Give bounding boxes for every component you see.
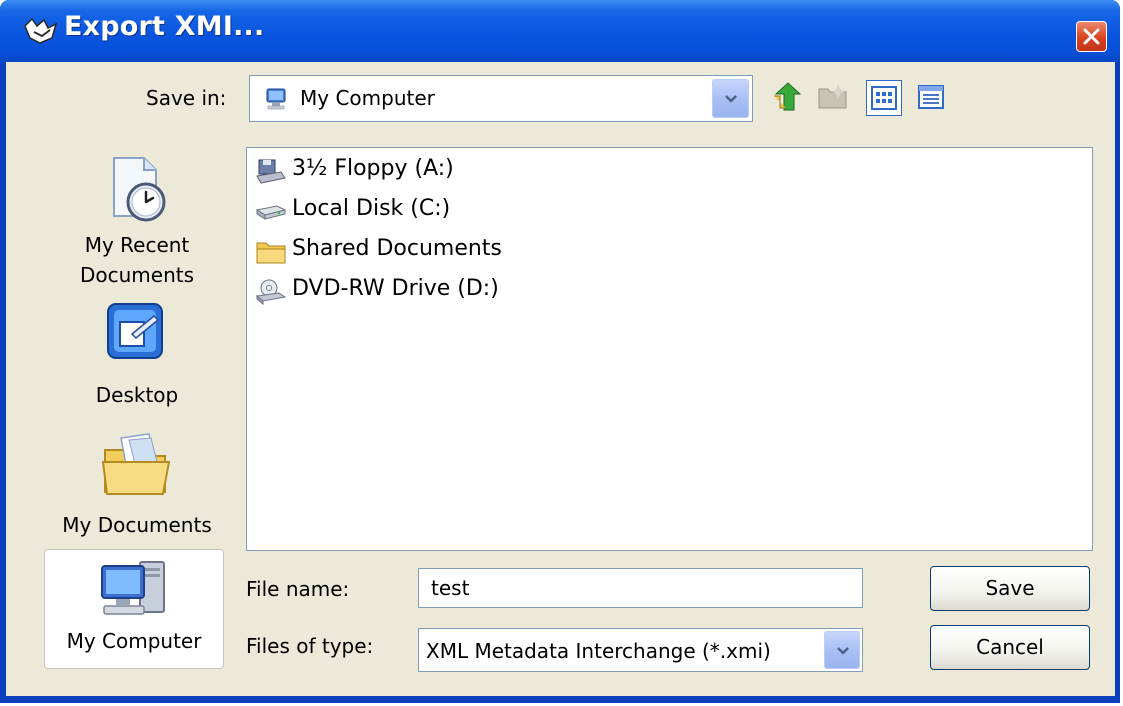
- chevron-down-icon: [725, 95, 737, 103]
- floppy-drive-icon: [256, 159, 286, 184]
- save-in-dropdown-arrow[interactable]: [712, 79, 749, 118]
- my-computer-small-icon: [266, 88, 286, 110]
- save-in-dropdown[interactable]: My Computer: [249, 75, 753, 122]
- list-view-icon: [871, 86, 897, 110]
- hard-disk-icon: [255, 205, 287, 220]
- my-documents-icon: [101, 433, 171, 495]
- close-button[interactable]: [1076, 21, 1107, 52]
- file-name: 3½ Floppy (A:): [292, 156, 454, 181]
- up-one-level-icon[interactable]: [770, 80, 804, 114]
- chevron-down-icon: [837, 647, 849, 655]
- file-type-value: XML Metadata Interchange (*.xmi): [426, 639, 771, 663]
- folder-icon: [256, 242, 286, 264]
- file-name: Shared Documents: [292, 236, 502, 261]
- my-computer-icon: [101, 561, 165, 615]
- title-bar[interactable]: Export XMI...: [0, 0, 1120, 62]
- dialog-body: Save in: My Computer My Recent Documents…: [6, 62, 1115, 696]
- place-label: My Documents: [62, 513, 212, 537]
- file-type-dropdown-arrow[interactable]: [824, 631, 860, 669]
- export-xmi-dialog: Export XMI... Save in: My Computer My Re…: [0, 0, 1120, 703]
- place-label: Desktop: [95, 383, 179, 407]
- save-button[interactable]: Save: [930, 566, 1090, 611]
- file-name: DVD-RW Drive (D:): [292, 276, 499, 301]
- view-menu-button[interactable]: [866, 80, 902, 116]
- file-type-label: Files of type:: [246, 634, 374, 658]
- file-type-dropdown[interactable]: XML Metadata Interchange (*.xmi): [418, 628, 863, 672]
- place-label: My Recent Documents: [79, 233, 195, 287]
- recent-documents-icon: [113, 157, 166, 222]
- file-name-label: File name:: [246, 577, 350, 601]
- place-my-computer[interactable]: My Computer: [44, 549, 224, 669]
- save-in-value: My Computer: [300, 86, 435, 110]
- file-name: Local Disk (C:): [292, 196, 451, 221]
- places-bar: My Recent Documents Desktop My Documents…: [44, 146, 230, 686]
- window-title: Export XMI...: [64, 11, 265, 42]
- file-list[interactable]: 3½ Floppy (A:) Local Disk (C:) Shared Do…: [246, 147, 1093, 551]
- desktop-icon: [107, 303, 163, 359]
- dvd-drive-icon: [255, 279, 287, 306]
- create-new-folder-icon[interactable]: [816, 80, 850, 114]
- place-label: My Computer: [66, 629, 202, 653]
- details-view-icon[interactable]: [914, 80, 948, 114]
- place-my-documents[interactable]: My Documents: [44, 428, 230, 548]
- place-desktop[interactable]: Desktop: [44, 298, 230, 418]
- file-name-field[interactable]: test: [418, 568, 863, 608]
- place-my-recent-documents[interactable]: My Recent Documents: [44, 146, 230, 296]
- app-icon: [24, 17, 58, 44]
- save-in-label: Save in:: [146, 86, 227, 110]
- close-icon: [1083, 28, 1100, 45]
- cancel-button[interactable]: Cancel: [930, 625, 1090, 670]
